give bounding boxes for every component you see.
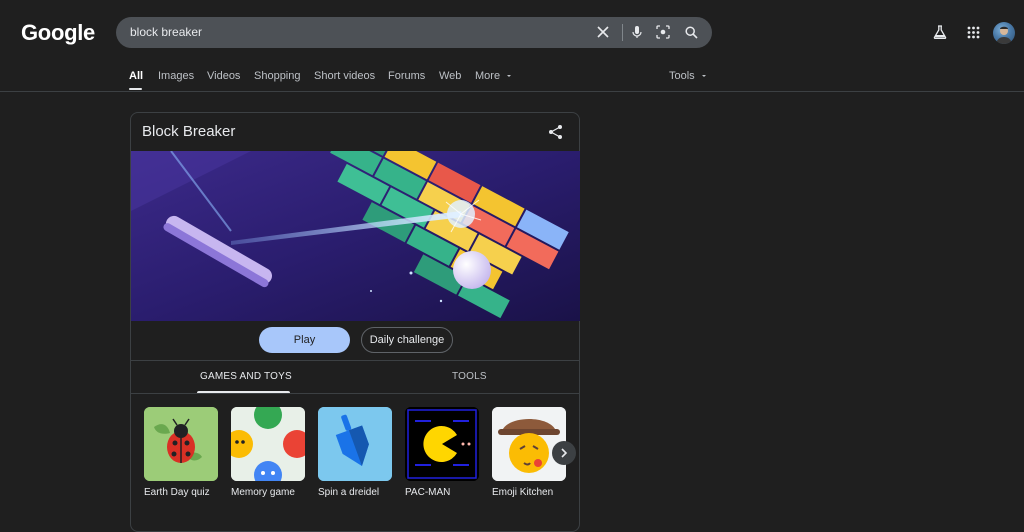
game-tile-earth-day-quiz[interactable]: Earth Day quiz [144, 407, 218, 498]
play-button[interactable]: Play [259, 327, 350, 353]
google-logo[interactable]: Google [21, 20, 95, 46]
tab-web[interactable]: Web [439, 70, 461, 82]
search-icon[interactable] [682, 23, 700, 41]
avatar[interactable] [993, 22, 1015, 44]
dreidel-icon [318, 407, 392, 481]
mic-icon[interactable] [628, 23, 646, 41]
tab-images[interactable]: Images [158, 70, 194, 82]
carousel-next-button[interactable] [552, 441, 576, 465]
card-divider [131, 360, 580, 361]
game-label: Earth Day quiz [144, 487, 210, 498]
chevron-down-icon [507, 75, 512, 78]
game-tile-memory-game[interactable]: Memory game [231, 407, 305, 498]
game-label: Spin a dreidel [318, 487, 380, 498]
labs-icon[interactable] [930, 22, 950, 42]
search-input[interactable]: block breaker [130, 25, 202, 39]
game-label: Emoji Kitchen [492, 487, 554, 498]
chevron-down-icon [701, 75, 706, 78]
memory-game-icon [231, 407, 305, 481]
clear-icon[interactable] [594, 23, 612, 41]
active-tab-indicator [129, 88, 142, 90]
block-breaker-card: Block Breaker Play Daily challenge GAMES… [130, 112, 580, 532]
chevron-right-icon [561, 448, 568, 458]
game-hero-image[interactable] [131, 151, 580, 321]
tab-forums[interactable]: Forums [388, 70, 425, 82]
daily-challenge-button[interactable]: Daily challenge [361, 327, 453, 353]
game-tile-pac-man[interactable]: PAC-MAN [405, 407, 479, 498]
card-title: Block Breaker [142, 123, 236, 140]
game-label: Memory game [231, 487, 295, 498]
search-bar[interactable]: block breaker [116, 17, 712, 48]
tab-games-and-toys[interactable]: GAMES AND TOYS [200, 371, 292, 382]
pac-man-icon [405, 407, 479, 481]
tools-label: Tools [669, 70, 695, 82]
header-divider [0, 91, 1024, 92]
tools-button[interactable]: Tools [669, 70, 708, 82]
lens-icon[interactable] [654, 23, 672, 41]
card-divider [131, 393, 580, 394]
share-icon[interactable] [547, 123, 565, 141]
tab-more-label: More [475, 70, 501, 82]
tab-all[interactable]: All [129, 70, 143, 82]
apps-icon[interactable] [963, 22, 983, 42]
tab-tools[interactable]: TOOLS [452, 371, 487, 382]
tab-short-videos[interactable]: Short videos [314, 70, 375, 82]
game-label: PAC-MAN [405, 487, 451, 498]
tab-videos[interactable]: Videos [207, 70, 240, 82]
ladybug-icon [144, 407, 218, 481]
search-divider [622, 24, 623, 41]
game-tile-spin-a-dreidel[interactable]: Spin a dreidel [318, 407, 392, 498]
tab-more[interactable]: More [475, 70, 513, 82]
search-tabs: All Images Videos Shopping Short videos … [0, 68, 1024, 92]
tab-shopping[interactable]: Shopping [254, 70, 301, 82]
